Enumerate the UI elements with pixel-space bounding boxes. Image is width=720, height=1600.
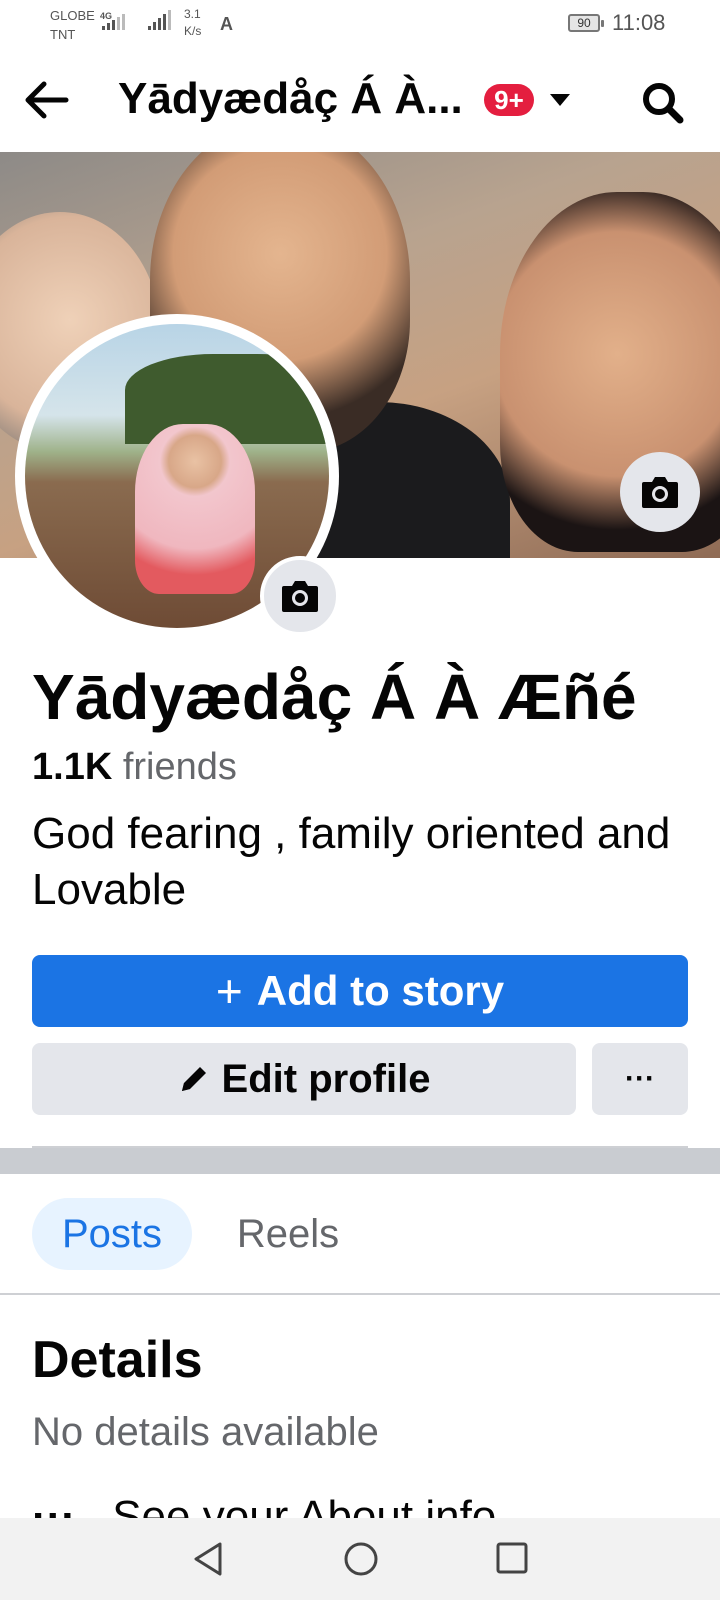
network-speed: 3.1 K/s: [184, 7, 202, 38]
top-app-bar: Yādyædåç Á À... 9+: [0, 50, 720, 150]
nav-home-icon[interactable]: [342, 1540, 380, 1578]
more-icon: ···: [625, 1062, 655, 1095]
add-to-story-button[interactable]: + Add to story: [32, 955, 688, 1027]
see-about-info-link[interactable]: ··· See your About info: [32, 1492, 496, 1518]
back-button[interactable]: [22, 78, 70, 122]
network-indicator-icon: A: [220, 14, 233, 34]
more-options-button[interactable]: ···: [592, 1043, 688, 1115]
profile-bio: God fearing , family oriented and Lovabl…: [32, 809, 671, 914]
pencil-icon: [181, 1067, 206, 1091]
edit-profile-label: Edit profile: [221, 1056, 431, 1101]
plus-icon: +: [215, 965, 243, 1017]
status-bar: GLOBE TNT 4G 3.1 K/s A 90 11:08: [0, 0, 720, 50]
edit-cover-photo-button[interactable]: [620, 452, 700, 532]
tab-posts[interactable]: Posts: [32, 1198, 192, 1270]
more-icon: ···: [32, 1492, 76, 1518]
arrow-left-icon: [25, 81, 69, 119]
carrier-label: GLOBE TNT: [50, 8, 95, 42]
signal-icon-2: [148, 10, 171, 30]
edit-profile-button[interactable]: Edit profile: [32, 1043, 576, 1115]
notification-badge[interactable]: 9+: [484, 84, 534, 116]
camera-icon: [282, 581, 318, 612]
page-title[interactable]: Yādyædåç Á À...: [118, 74, 463, 124]
section-separator: [0, 1148, 720, 1174]
friends-label: friends: [122, 746, 237, 788]
camera-icon: [642, 477, 678, 508]
profile-name: Yādyædåç Á À Æñé: [32, 661, 637, 733]
see-about-info-label: See your About info: [112, 1492, 497, 1518]
details-empty-text: No details available: [32, 1410, 379, 1454]
battery-icon: 90: [568, 14, 604, 32]
add-to-story-label: Add to story: [256, 967, 505, 1014]
divider: [0, 1293, 720, 1295]
avatar-scene: [135, 424, 255, 594]
svg-text:4G: 4G: [100, 11, 112, 21]
search-icon: [643, 83, 684, 124]
clock: 11:08: [612, 10, 666, 35]
search-button[interactable]: [640, 80, 686, 126]
system-navigation-bar: [0, 1518, 720, 1600]
friends-count[interactable]: 1.1K friends: [32, 746, 237, 789]
edit-avatar-button[interactable]: [260, 556, 340, 636]
details-heading: Details: [32, 1331, 203, 1389]
nav-recents-icon[interactable]: [494, 1540, 530, 1576]
friends-number: 1.1K: [32, 746, 113, 788]
chevron-down-icon[interactable]: [550, 94, 570, 106]
signal-icon-1: 4G: [100, 11, 125, 30]
tab-reels[interactable]: Reels: [214, 1198, 362, 1270]
nav-back-icon[interactable]: [190, 1540, 226, 1578]
